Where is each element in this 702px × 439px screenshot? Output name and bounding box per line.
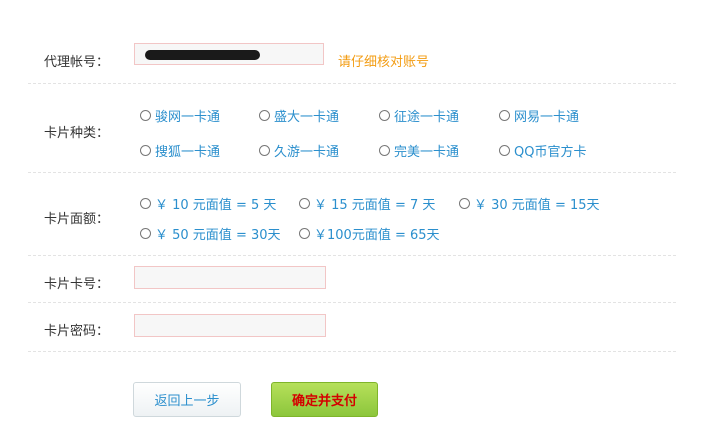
- card-type-option-label: QQ币官方卡: [514, 145, 587, 160]
- card-type-option[interactable]: 搜狐一卡通: [140, 141, 220, 160]
- radio-icon[interactable]: [259, 110, 270, 121]
- card-type-option-label: 搜狐一卡通: [155, 145, 221, 160]
- denomination-option-label: ￥ 15 元面值 = 7 天: [314, 198, 436, 213]
- back-button[interactable]: 返回上一步: [133, 382, 241, 417]
- radio-icon[interactable]: [459, 198, 470, 209]
- denomination-option-label: ￥100元面值 = 65天: [314, 228, 440, 243]
- card-type-option[interactable]: 征途一卡通: [379, 106, 459, 125]
- denomination-option[interactable]: ￥100元面值 = 65天: [299, 224, 440, 243]
- card-type-option[interactable]: 完美一卡通: [379, 141, 459, 160]
- card-type-option[interactable]: 骏网一卡通: [140, 106, 220, 125]
- denomination-option[interactable]: ￥ 50 元面值 = 30天: [140, 224, 281, 243]
- account-value-redacted: [145, 50, 260, 60]
- radio-icon[interactable]: [259, 145, 270, 156]
- card-type-label: 卡片种类：: [44, 126, 110, 141]
- card-password-input[interactable]: [134, 314, 326, 337]
- card-type-option-label: 完美一卡通: [394, 145, 460, 160]
- confirm-pay-button[interactable]: 确定并支付: [271, 382, 378, 417]
- card-password-label: 卡片密码：: [44, 324, 110, 339]
- radio-icon[interactable]: [140, 110, 151, 121]
- denomination-option-label: ￥ 30 元面值 = 15天: [474, 198, 600, 213]
- card-number-input[interactable]: [134, 266, 326, 289]
- account-field[interactable]: [134, 43, 324, 65]
- radio-icon[interactable]: [379, 110, 390, 121]
- card-type-option-label: 盛大一卡通: [274, 110, 340, 125]
- card-type-option[interactable]: 久游一卡通: [259, 141, 339, 160]
- card-type-option-label: 网易一卡通: [514, 110, 580, 125]
- card-type-option-label: 久游一卡通: [274, 145, 340, 160]
- denomination-label: 卡片面额：: [44, 212, 110, 227]
- radio-icon[interactable]: [299, 198, 310, 209]
- radio-icon[interactable]: [140, 145, 151, 156]
- account-hint: 请仔细核对账号: [338, 55, 430, 70]
- card-password-row: 卡片密码：: [28, 303, 676, 352]
- denomination-option[interactable]: ￥ 15 元面值 = 7 天: [299, 194, 435, 213]
- denomination-option-label: ￥ 10 元面值 = 5 天: [155, 198, 277, 213]
- card-number-label: 卡片卡号：: [44, 277, 110, 292]
- radio-icon[interactable]: [140, 198, 151, 209]
- radio-icon[interactable]: [499, 145, 510, 156]
- denomination-option-label: ￥ 50 元面值 = 30天: [155, 228, 281, 243]
- denomination-row: 卡片面额：: [28, 173, 676, 256]
- denomination-option[interactable]: ￥ 10 元面值 = 5 天: [140, 194, 276, 213]
- radio-icon[interactable]: [379, 145, 390, 156]
- card-type-option[interactable]: QQ币官方卡: [499, 141, 586, 160]
- card-type-option-label: 骏网一卡通: [155, 110, 221, 125]
- radio-icon[interactable]: [299, 228, 310, 239]
- card-type-option[interactable]: 网易一卡通: [499, 106, 579, 125]
- account-label: 代理帐号：: [44, 55, 110, 70]
- radio-icon[interactable]: [499, 110, 510, 121]
- radio-icon[interactable]: [140, 228, 151, 239]
- card-type-option-label: 征途一卡通: [394, 110, 460, 125]
- card-number-row: 卡片卡号：: [28, 256, 676, 303]
- denomination-option[interactable]: ￥ 30 元面值 = 15天: [459, 194, 600, 213]
- card-type-option[interactable]: 盛大一卡通: [259, 106, 339, 125]
